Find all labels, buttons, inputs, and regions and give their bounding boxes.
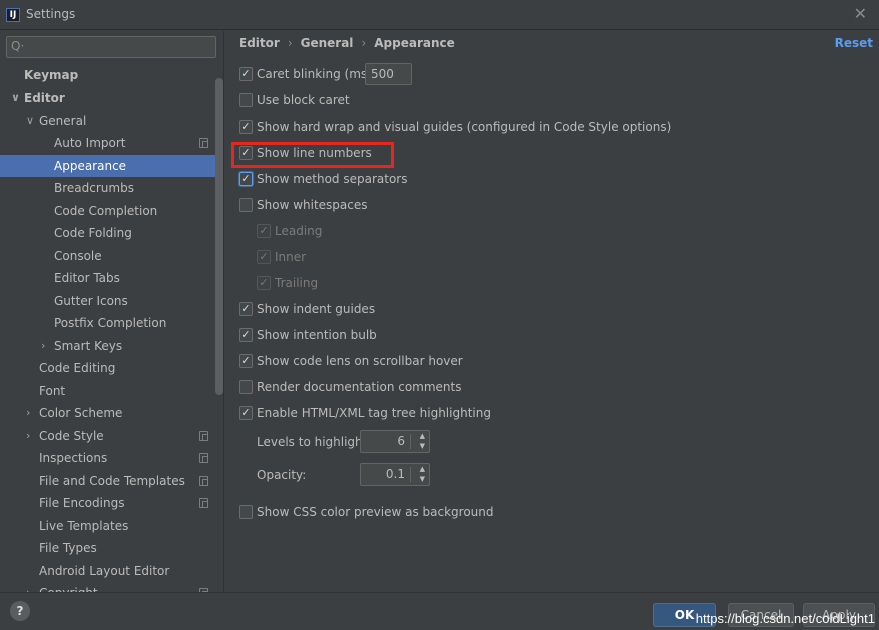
opacity-spinner[interactable]: 0.1 ▲ ▼ (360, 463, 430, 486)
collapse-arrow-icon[interactable]: › (26, 425, 30, 447)
sidebar-item-appearance[interactable]: Appearance (0, 155, 223, 177)
sidebar-item-live-templates[interactable]: Live Templates (0, 515, 223, 537)
sidebar-item-breadcrumbs[interactable]: Breadcrumbs (0, 177, 223, 199)
spinner-arrows-icon[interactable]: ▲ ▼ (420, 431, 425, 451)
sidebar-item-copyright[interactable]: › Copyright (0, 582, 223, 592)
spinner-arrows-icon[interactable]: ▲ ▼ (420, 464, 425, 484)
window-title: Settings (26, 7, 76, 21)
sidebar-item-android-layout-editor[interactable]: Android Layout Editor (0, 560, 223, 582)
collapse-arrow-icon[interactable]: › (41, 335, 45, 357)
dialog-footer: ? OK Cancel Apply https://blog.csdn.net/… (0, 592, 879, 630)
project-scope-icon (199, 431, 208, 441)
sidebar-item-code-folding[interactable]: Code Folding (0, 222, 223, 244)
render-doc-comments-checkbox[interactable] (239, 380, 253, 394)
expand-arrow-icon[interactable]: ∨ (26, 110, 34, 132)
breadcrumb-general: General (300, 36, 354, 50)
caret-blinking-ms-input[interactable]: 500 (365, 63, 412, 85)
sidebar-item-color-scheme[interactable]: › Color Scheme (0, 402, 223, 424)
settings-search-input[interactable]: Q· (6, 36, 216, 58)
watermark-text: https://blog.csdn.net/coldLight1 (695, 611, 875, 626)
method-separators-checkbox[interactable]: ✓ (239, 172, 253, 186)
code-lens-checkbox[interactable]: ✓ (239, 354, 253, 368)
sidebar-item-editor[interactable]: ∨ Editor (0, 87, 223, 109)
leading-whitespace-checkbox: ✓ (257, 224, 271, 238)
sidebar-item-code-completion[interactable]: Code Completion (0, 200, 223, 222)
sidebar-item-font[interactable]: Font (0, 380, 223, 402)
block-caret-checkbox[interactable] (239, 93, 253, 107)
sidebar-item-console[interactable]: Console (0, 245, 223, 267)
caret-blinking-checkbox[interactable]: ✓ (239, 67, 253, 81)
search-icon: Q· (11, 39, 25, 53)
inner-whitespace-checkbox: ✓ (257, 250, 271, 264)
reset-link[interactable]: Reset (835, 36, 873, 50)
breadcrumb: Editor › General › Appearance (239, 36, 455, 50)
sidebar-item-smart-keys[interactable]: › Smart Keys (0, 335, 223, 357)
sidebar-item-editor-tabs[interactable]: Editor Tabs (0, 267, 223, 289)
sidebar-item-file-encodings[interactable]: File Encodings (0, 492, 223, 514)
trailing-whitespace-checkbox: ✓ (257, 276, 271, 290)
sidebar-item-file-types[interactable]: File Types (0, 537, 223, 559)
css-color-preview-checkbox[interactable] (239, 505, 253, 519)
hard-wrap-guides-checkbox[interactable]: ✓ (239, 120, 253, 134)
opacity-label: Opacity: (257, 468, 307, 482)
indent-guides-checkbox[interactable]: ✓ (239, 302, 253, 316)
appearance-settings-panel: Editor › General › Appearance Reset ✓ Caret … (225, 31, 879, 592)
sidebar-item-general[interactable]: ∨ General (0, 110, 223, 132)
project-scope-icon (199, 476, 208, 486)
help-button[interactable]: ? (10, 601, 30, 621)
red-highlight-box (231, 142, 394, 168)
sidebar-item-code-style[interactable]: › Code Style (0, 425, 223, 447)
collapse-arrow-icon[interactable]: › (26, 582, 30, 592)
sidebar-item-postfix-completion[interactable]: Postfix Completion (0, 312, 223, 334)
project-scope-icon (199, 498, 208, 508)
settings-sidebar: Q· Keymap ∨ Editor ∨ General Auto Import… (0, 31, 224, 592)
breadcrumb-appearance: Appearance (374, 36, 455, 50)
title-bar: IJ Settings ✕ (0, 0, 879, 30)
sidebar-item-inspections[interactable]: Inspections (0, 447, 223, 469)
breadcrumb-separator: › (287, 36, 293, 50)
close-icon[interactable]: ✕ (854, 4, 867, 23)
sidebar-scrollbar[interactable] (215, 78, 223, 395)
project-scope-icon (199, 453, 208, 463)
levels-to-highlight-label: Levels to highlight: (257, 435, 372, 449)
sidebar-item-gutter-icons[interactable]: Gutter Icons (0, 290, 223, 312)
tag-tree-highlighting-checkbox[interactable]: ✓ (239, 406, 253, 420)
expand-arrow-icon[interactable]: ∨ (11, 87, 20, 109)
breadcrumb-editor: Editor (239, 36, 280, 50)
intention-bulb-checkbox[interactable]: ✓ (239, 328, 253, 342)
levels-to-highlight-spinner[interactable]: 6 ▲ ▼ (360, 430, 430, 453)
collapse-arrow-icon[interactable]: › (26, 402, 30, 424)
breadcrumb-separator: › (361, 36, 367, 50)
sidebar-item-auto-import[interactable]: Auto Import (0, 132, 223, 154)
sidebar-item-code-editing[interactable]: Code Editing (0, 357, 223, 379)
sidebar-item-file-and-code-templates[interactable]: File and Code Templates (0, 470, 223, 492)
whitespaces-checkbox[interactable] (239, 198, 253, 212)
sidebar-item-keymap[interactable]: Keymap (0, 64, 223, 86)
intellij-app-icon: IJ (6, 8, 20, 22)
project-scope-icon (199, 138, 208, 148)
